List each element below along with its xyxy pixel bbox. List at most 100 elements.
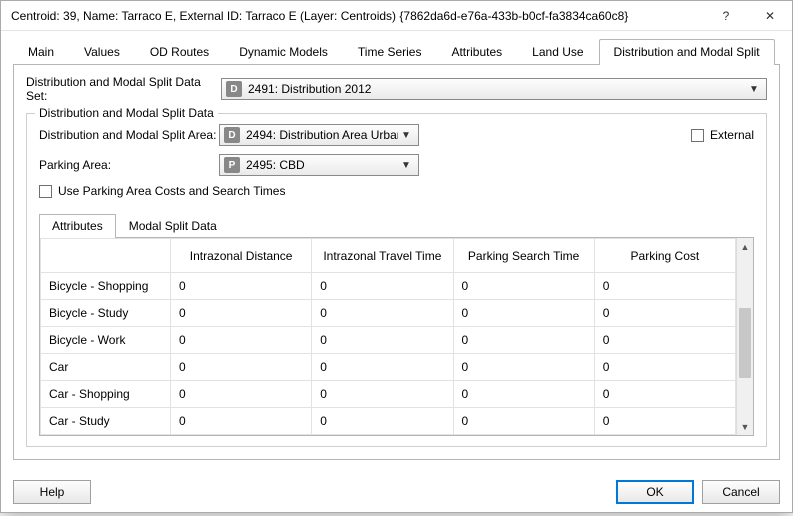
use-parking-costs-checkbox[interactable]: Use Parking Area Costs and Search Times	[39, 184, 285, 198]
cell[interactable]: 0	[453, 354, 594, 381]
cell[interactable]: 0	[312, 300, 453, 327]
dialog-footer: Help OK Cancel	[1, 470, 792, 516]
tab-attributes[interactable]: Attributes	[436, 39, 517, 65]
cell[interactable]: 0	[171, 354, 312, 381]
footer-spacer	[99, 480, 608, 504]
table-row[interactable]: Car - Shopping0000	[41, 381, 736, 408]
cell[interactable]: 0	[171, 300, 312, 327]
dataset-row: Distribution and Modal Split Data Set: D…	[26, 75, 767, 103]
cell[interactable]: 0	[312, 408, 453, 435]
parking-combo[interactable]: P 2495: CBD ▼	[219, 154, 419, 176]
cell[interactable]: 0	[453, 300, 594, 327]
checkbox-box-icon	[691, 129, 704, 142]
use-parking-costs-label: Use Parking Area Costs and Search Times	[58, 184, 285, 198]
close-button[interactable]: ✕	[748, 1, 792, 30]
col-parking-search-time[interactable]: Parking Search Time	[453, 239, 594, 273]
row-header: Bicycle - Shopping	[41, 273, 171, 300]
main-tabstrip: Main Values OD Routes Dynamic Models Tim…	[13, 39, 780, 65]
help-icon: ?	[723, 9, 730, 23]
col-intrazonal-travel-time[interactable]: Intrazonal Travel Time	[312, 239, 453, 273]
chevron-down-icon: ▼	[398, 160, 414, 171]
parking-icon: P	[224, 157, 240, 173]
area-row: Distribution and Modal Split Area: D 249…	[39, 124, 754, 146]
dialog-body: Main Values OD Routes Dynamic Models Tim…	[1, 31, 792, 470]
help-button[interactable]: ?	[704, 1, 748, 30]
area-combo[interactable]: D 2494: Distribution Area Urban ▼	[219, 124, 419, 146]
cell[interactable]: 0	[312, 354, 453, 381]
table-row[interactable]: Bicycle - Study0000	[41, 300, 736, 327]
col-intrazonal-distance[interactable]: Intrazonal Distance	[171, 239, 312, 273]
tab-od-routes[interactable]: OD Routes	[135, 39, 224, 65]
table-container: Intrazonal Distance Intrazonal Travel Ti…	[39, 238, 754, 436]
tab-values[interactable]: Values	[69, 39, 135, 65]
window-title: Centroid: 39, Name: Tarraco E, External …	[11, 9, 704, 23]
row-header: Car	[41, 354, 171, 381]
dialog-window: Centroid: 39, Name: Tarraco E, External …	[0, 0, 793, 513]
cell[interactable]: 0	[594, 300, 735, 327]
area-value: 2494: Distribution Area Urban	[246, 128, 398, 142]
checkbox-box-icon	[39, 185, 52, 198]
fieldset-legend: Distribution and Modal Split Data	[35, 106, 218, 120]
inner-tabstrip: Attributes Modal Split Data	[39, 214, 754, 238]
tab-content: Distribution and Modal Split Data Set: D…	[13, 65, 780, 460]
scroll-down-icon: ▼	[737, 418, 753, 435]
row-header: Bicycle - Work	[41, 327, 171, 354]
cell[interactable]: 0	[312, 381, 453, 408]
external-label: External	[710, 128, 754, 142]
external-checkbox[interactable]: External	[691, 128, 754, 142]
cell[interactable]: 0	[171, 327, 312, 354]
cell[interactable]: 0	[312, 327, 453, 354]
cell[interactable]: 0	[594, 273, 735, 300]
row-header: Car - Shopping	[41, 381, 171, 408]
dataset-combo[interactable]: D 2491: Distribution 2012 ▼	[221, 78, 767, 100]
parking-label: Parking Area:	[39, 158, 219, 172]
cell[interactable]: 0	[594, 354, 735, 381]
row-header: Car - Study	[41, 408, 171, 435]
cell[interactable]: 0	[171, 381, 312, 408]
cell[interactable]: 0	[453, 381, 594, 408]
parking-value: 2495: CBD	[246, 158, 398, 172]
tab-main[interactable]: Main	[13, 39, 69, 65]
scroll-thumb[interactable]	[739, 308, 751, 378]
parking-row: Parking Area: P 2495: CBD ▼	[39, 154, 754, 176]
cell[interactable]: 0	[453, 327, 594, 354]
titlebar: Centroid: 39, Name: Tarraco E, External …	[1, 1, 792, 31]
use-parking-row: Use Parking Area Costs and Search Times	[39, 184, 754, 198]
cell[interactable]: 0	[312, 273, 453, 300]
table-row[interactable]: Bicycle - Shopping0000	[41, 273, 736, 300]
inner-tab-modal-split-data[interactable]: Modal Split Data	[116, 214, 230, 238]
area-icon: D	[224, 127, 240, 143]
tab-land-use[interactable]: Land Use	[517, 39, 598, 65]
ok-button[interactable]: OK	[616, 480, 694, 504]
table-scroll: Intrazonal Distance Intrazonal Travel Ti…	[40, 238, 736, 435]
inner-tab-attributes[interactable]: Attributes	[39, 214, 116, 238]
dataset-icon: D	[226, 81, 242, 97]
cell[interactable]: 0	[594, 381, 735, 408]
tab-dynamic-models[interactable]: Dynamic Models	[224, 39, 343, 65]
cell[interactable]: 0	[453, 408, 594, 435]
table-row[interactable]: Car0000	[41, 354, 736, 381]
cell[interactable]: 0	[171, 408, 312, 435]
cancel-button[interactable]: Cancel	[702, 480, 780, 504]
chevron-down-icon: ▼	[398, 130, 414, 141]
chevron-down-icon: ▼	[746, 84, 762, 95]
scroll-up-icon: ▲	[737, 238, 753, 255]
table-corner	[41, 239, 171, 273]
close-icon: ✕	[765, 9, 775, 23]
vertical-scrollbar[interactable]: ▲ ▼	[736, 238, 753, 435]
tab-distribution-modal-split[interactable]: Distribution and Modal Split	[599, 39, 775, 65]
cell[interactable]: 0	[594, 408, 735, 435]
table-row[interactable]: Bicycle - Work0000	[41, 327, 736, 354]
col-parking-cost[interactable]: Parking Cost	[594, 239, 735, 273]
row-header: Bicycle - Study	[41, 300, 171, 327]
tab-time-series[interactable]: Time Series	[343, 39, 437, 65]
area-label: Distribution and Modal Split Area:	[39, 128, 219, 142]
attributes-table: Intrazonal Distance Intrazonal Travel Ti…	[40, 238, 736, 435]
cell[interactable]: 0	[594, 327, 735, 354]
table-header-row: Intrazonal Distance Intrazonal Travel Ti…	[41, 239, 736, 273]
help-button[interactable]: Help	[13, 480, 91, 504]
table-row[interactable]: Car - Study0000	[41, 408, 736, 435]
cell[interactable]: 0	[171, 273, 312, 300]
data-fieldset: Distribution and Modal Split Data Distri…	[26, 113, 767, 447]
cell[interactable]: 0	[453, 273, 594, 300]
